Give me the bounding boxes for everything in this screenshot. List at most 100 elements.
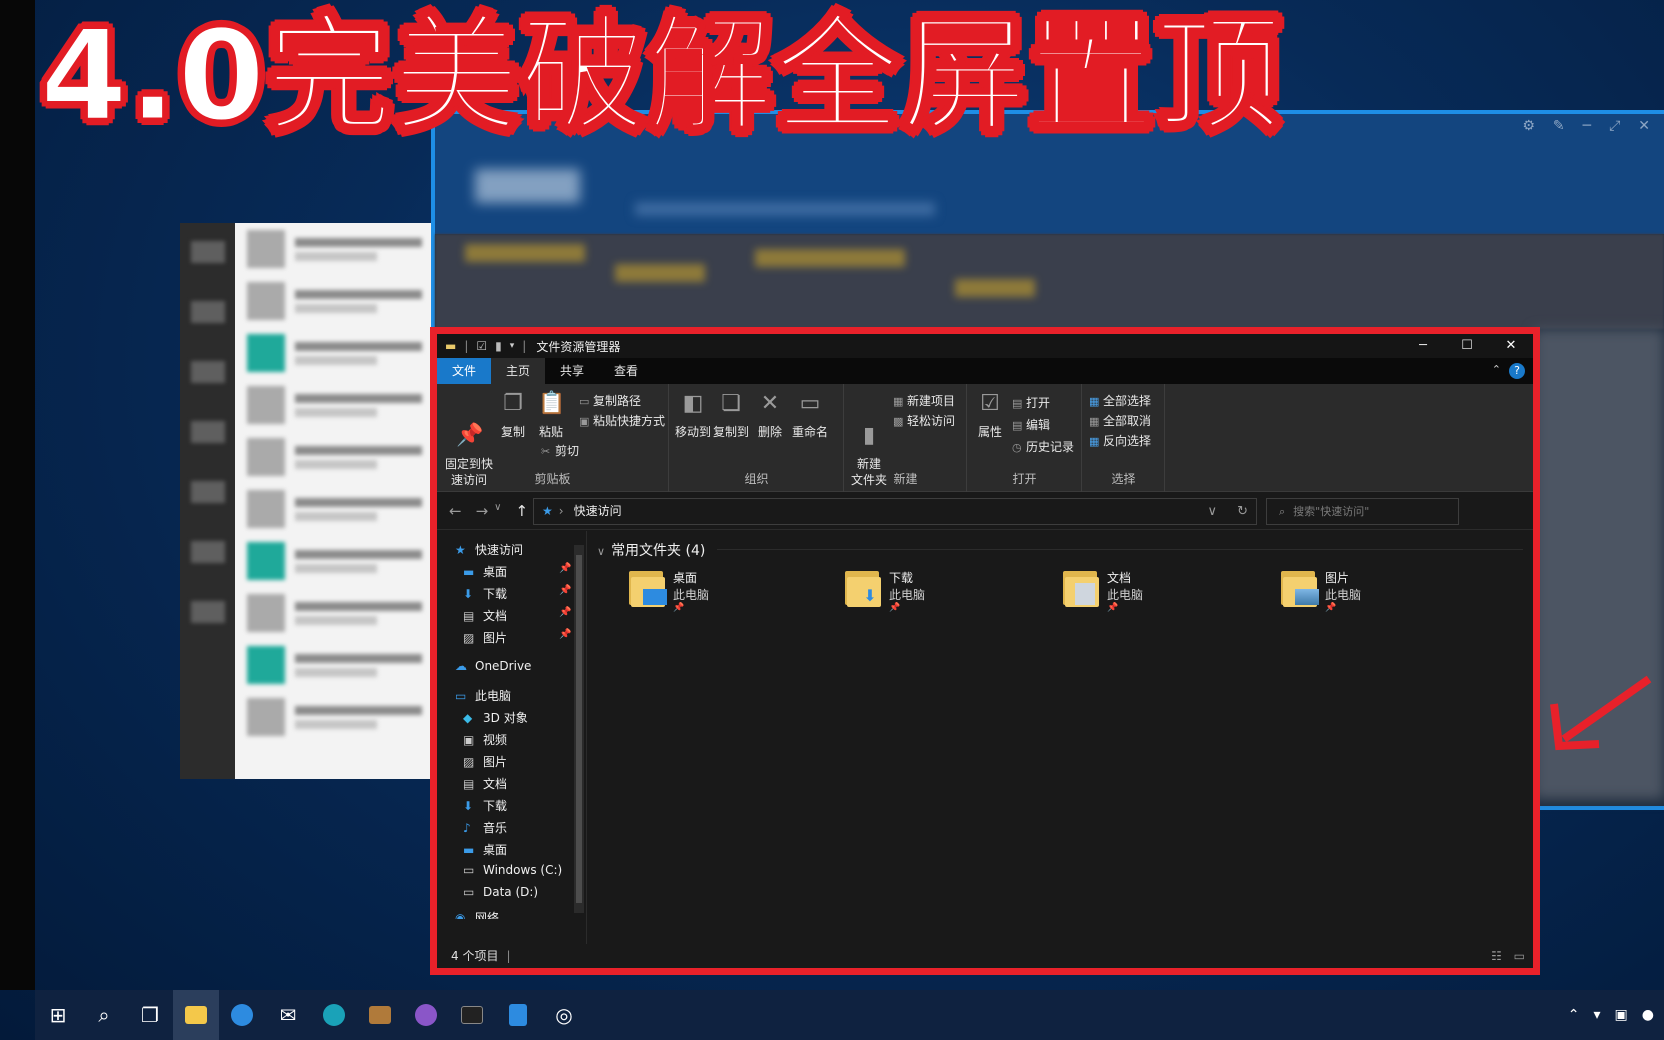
overlay-headline: 4.0完美破解全屏置顶 — [38, 2, 1283, 149]
details-view-icon[interactable]: ☷ — [1491, 949, 1502, 963]
copy-to-button[interactable]: ❏ 复制到 — [712, 390, 750, 440]
nav-quick-access[interactable]: ★ 快速访问 — [455, 541, 523, 558]
nav-item-documents[interactable]: ▤ 文档 📌 — [463, 607, 571, 624]
open-button[interactable]: ▤ 打开 — [1012, 394, 1050, 411]
maximize-button[interactable]: ☐ — [1445, 334, 1489, 358]
minimize-icon[interactable]: ─ — [1583, 118, 1591, 134]
address-bar-row: ← → ∨ ↑ ★ › 快速访问 ∨ ↻ ⌕ 搜索"快速访问" — [437, 492, 1533, 530]
nav-item-downloads[interactable]: ⬇ 下载 📌 — [463, 585, 571, 602]
select-all-button[interactable]: ▦ 全部选择 — [1089, 392, 1151, 409]
folder-location: 此电脑 — [1325, 588, 1362, 602]
tab-view[interactable]: 查看 — [599, 358, 653, 384]
search-icon[interactable]: ⌕ — [81, 990, 127, 1040]
forward-arrow-icon[interactable]: → — [476, 502, 489, 520]
easy-access-button[interactable]: ▩ 轻松访问 — [893, 412, 955, 429]
select-none-button[interactable]: ▦ 全部取消 — [1089, 412, 1151, 429]
properties-icon[interactable]: ☑ — [476, 339, 487, 353]
delete-label: 删除 — [757, 425, 782, 439]
tab-file[interactable]: 文件 — [437, 358, 492, 384]
nav-item-drive-c[interactable]: ▭ Windows (C:) — [463, 863, 562, 877]
folder-tile-documents[interactable]: 文档 此电脑 📌 — [1061, 567, 1261, 619]
settings-icon[interactable]: ⚙ — [1522, 118, 1535, 134]
nav-item-desktop[interactable]: ▬ 桌面 📌 — [463, 563, 571, 580]
address-dropdown-icon[interactable]: ∨ — [1207, 504, 1217, 519]
move-to-button[interactable]: ◧ 移动到 — [674, 390, 712, 440]
address-bar[interactable]: ★ › 快速访问 ∨ ↻ — [533, 498, 1257, 525]
mail-icon[interactable]: ✉ — [265, 990, 311, 1040]
help-icon[interactable]: ? — [1509, 363, 1525, 379]
minimize-button[interactable]: ─ — [1401, 334, 1445, 358]
close-icon[interactable]: ✕ — [1638, 118, 1650, 134]
network-tray-icon[interactable]: ▾ — [1594, 1007, 1601, 1023]
nav-label: 图片 — [483, 631, 508, 645]
nav-item-pc-desktop[interactable]: ▬ 桌面 — [463, 841, 507, 858]
new-item-button[interactable]: ▦ 新建项目 — [893, 392, 955, 409]
camera-icon[interactable]: ◎ — [541, 990, 587, 1040]
tab-share[interactable]: 共享 — [545, 358, 599, 384]
copy-path-button[interactable]: ▭ 复制路径 — [579, 392, 641, 409]
properties-check-icon: ☑ — [980, 391, 1000, 416]
pin-icon[interactable]: ✎ — [1553, 118, 1565, 134]
title-bar[interactable]: ▬ | ☑ ▮ ▾ | 文件资源管理器 ─ ☐ ✕ — [437, 334, 1533, 358]
nav-item-music[interactable]: ♪ 音乐 — [463, 819, 507, 836]
app-tray-icon[interactable]: ▣ — [1615, 1007, 1628, 1023]
edit-button[interactable]: ▤ 编辑 — [1012, 416, 1050, 433]
back-arrow-icon[interactable]: ← — [449, 502, 462, 520]
nav-item-pc-downloads[interactable]: ⬇ 下载 — [463, 797, 507, 814]
app-v-icon[interactable] — [219, 990, 265, 1040]
paste-shortcut-button[interactable]: ▣ 粘贴快捷方式 — [579, 412, 665, 429]
nav-item-videos[interactable]: ▣ 视频 — [463, 731, 507, 748]
search-box[interactable]: ⌕ 搜索"快速访问" — [1266, 498, 1459, 525]
properties-button[interactable]: ☑ 属性 — [972, 390, 1008, 440]
nav-item-pc-pictures[interactable]: ▨ 图片 — [463, 753, 507, 770]
windows-start-icon[interactable]: ⊞ — [35, 990, 81, 1040]
terminal-icon[interactable] — [449, 990, 495, 1040]
file-explorer-icon[interactable] — [173, 990, 219, 1040]
customize-chevron-icon[interactable]: ▾ — [510, 341, 515, 351]
cut-button[interactable]: ✂ 剪切 — [541, 442, 579, 459]
explorer-body: ★ 快速访问 ▬ 桌面 📌 ⬇ 下载 📌 ▤ 文档 📌 ▨ 图片 📌 ☁ OneDrive ▭ 此电脑… — [437, 531, 1533, 944]
box-icon[interactable] — [357, 990, 403, 1040]
large-icons-view-icon[interactable]: ▭ — [1514, 949, 1525, 963]
folder-tile-downloads[interactable]: ⬇ 下载 此电脑 📌 — [843, 567, 1043, 619]
nav-label: 此电脑 — [475, 689, 512, 703]
invert-selection-button[interactable]: ▦ 反向选择 — [1089, 432, 1151, 449]
microphone-icon[interactable]: ● — [1642, 1007, 1654, 1023]
status-bar: 4 个项目 | ☷ ▭ — [437, 944, 1533, 968]
maximize-icon[interactable]: ⤢ — [1609, 118, 1620, 134]
close-button[interactable]: ✕ — [1489, 334, 1533, 358]
breadcrumb-path[interactable]: 快速访问 — [574, 504, 622, 518]
rename-label: 重命名 — [791, 425, 828, 439]
up-arrow-icon[interactable]: ↑ — [515, 502, 528, 520]
nav-scrollbar[interactable] — [574, 545, 584, 913]
edge-icon[interactable] — [311, 990, 357, 1040]
folder-tile-pictures[interactable]: 图片 此电脑 📌 — [1279, 567, 1479, 619]
history-button[interactable]: ◷ 历史记录 — [1012, 438, 1074, 455]
nav-this-pc[interactable]: ▭ 此电脑 — [455, 687, 511, 704]
app-stripe-icon[interactable] — [403, 990, 449, 1040]
file-explorer-window[interactable]: ▬ | ☑ ▮ ▾ | 文件资源管理器 ─ ☐ ✕ 文件 主页 共享 查看 ⌃ … — [430, 327, 1540, 975]
nav-item-pictures[interactable]: ▨ 图片 📌 — [463, 629, 571, 646]
picture-icon: ▨ — [463, 755, 475, 769]
delete-button[interactable]: ✕ 删除 — [756, 390, 784, 440]
paste-button[interactable]: 📋 粘贴 — [533, 390, 569, 440]
tab-home[interactable]: 主页 — [491, 358, 546, 384]
refresh-icon[interactable]: ↻ — [1237, 504, 1248, 519]
task-view-icon[interactable]: ❐ — [127, 990, 173, 1040]
nav-item-3d-objects[interactable]: ◆ 3D 对象 — [463, 709, 528, 726]
recent-locations-icon[interactable]: ∨ — [494, 502, 501, 520]
new-folder-icon[interactable]: ▮ — [495, 339, 502, 353]
tray-chevron-icon[interactable]: ⌃ — [1568, 1007, 1580, 1023]
nav-item-drive-d[interactable]: ▭ Data (D:) — [463, 885, 538, 899]
section-header[interactable]: ∨ 常用文件夹 (4) — [597, 540, 705, 560]
nav-onedrive[interactable]: ☁ OneDrive — [455, 659, 531, 673]
calculator-icon[interactable] — [495, 990, 541, 1040]
nav-item-pc-documents[interactable]: ▤ 文档 — [463, 775, 507, 792]
copy-button[interactable]: ❐ 复制 — [495, 390, 531, 440]
collapse-ribbon-icon[interactable]: ⌃ — [1492, 363, 1501, 379]
nav-network[interactable]: ◉ 网络 — [455, 909, 499, 919]
nav-label: 桌面 — [483, 565, 508, 579]
folder-tile-desktop[interactable]: 桌面 此电脑 📌 — [627, 567, 827, 619]
copy-to-icon: ❏ — [721, 391, 741, 416]
rename-button[interactable]: ▭ 重命名 — [790, 390, 830, 440]
